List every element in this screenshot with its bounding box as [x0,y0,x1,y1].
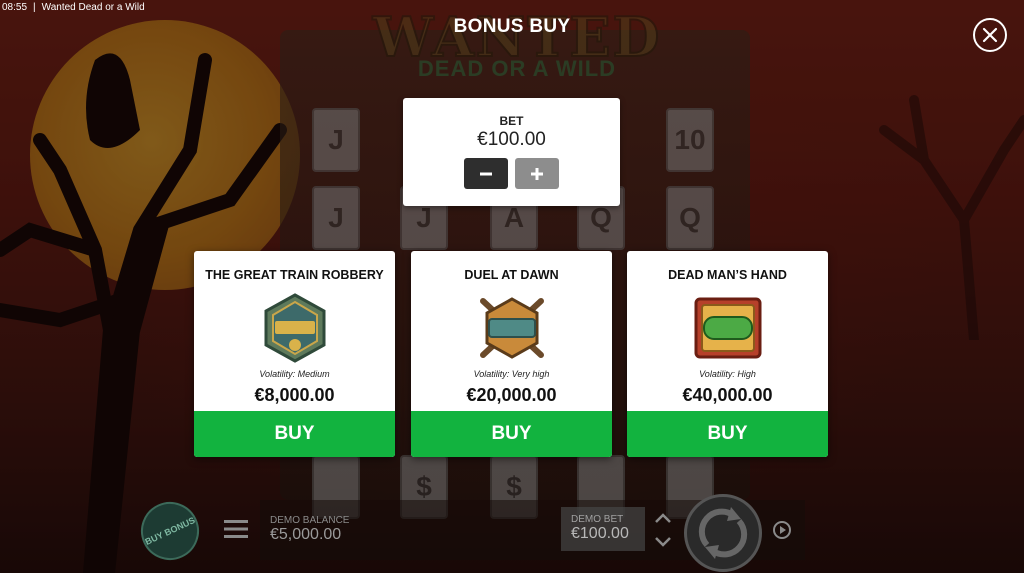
close-button[interactable] [973,18,1007,52]
bonus-option-price: €8,000.00 [254,385,335,405]
chevron-up-icon [655,513,671,523]
status-time: 08:55 [2,2,28,13]
demo-bet-value: €100.00 [571,525,629,542]
buy-button-dead-mans-hand[interactable]: BUY [627,411,828,457]
menu-icon[interactable] [224,519,248,539]
buy-button-great-train-robbery[interactable]: BUY [194,411,395,457]
demo-balance: DEMO BALANCE €5,000.00 [270,515,349,544]
autoplay-icon[interactable] [770,518,794,542]
bonus-option-title: DUEL AT DAWN [464,268,559,282]
bonus-option-volatility: Volatility: Very high [473,369,550,379]
bonus-option-card: DUEL AT DAWN Volatility: Very high €20,0… [411,251,612,457]
bet-controls [403,158,620,189]
bonus-option-price: €20,000.00 [466,385,557,405]
buy-button-duel-at-dawn[interactable]: BUY [411,411,612,457]
bet-decrease-button[interactable] [464,158,508,189]
chevron-down-icon [655,537,671,547]
bonus-option-volatility: Volatility: Medium [259,369,330,379]
status-bar: 08:55 | Wanted Dead or a Wild [2,2,145,13]
bet-label: BET [499,114,524,128]
plus-icon [531,167,543,180]
dead-badge-icon [694,297,762,359]
bonus-option-volatility: Volatility: High [699,369,756,379]
duel-badge-icon [480,297,544,359]
demo-bet-display[interactable]: DEMO BET €100.00 [561,507,645,551]
bonus-option-price: €40,000.00 [682,385,773,405]
spin-button[interactable] [684,494,762,572]
bonus-option-card: DEAD MAN’S HAND Volatility: High €40,000… [627,251,828,457]
demo-bet-label: DEMO BET [571,514,624,525]
demo-balance-label: DEMO BALANCE [270,515,350,526]
bonus-option-title: THE GREAT TRAIN ROBBERY [205,268,384,282]
status-separator: | [33,2,36,13]
bet-panel: BET €100.00 [403,98,620,206]
bet-value: €100.00 [477,129,546,150]
bet-stepper-arrows[interactable] [648,510,678,550]
bet-increase-button[interactable] [515,158,559,189]
spin-arrows-icon [698,507,748,559]
bonus-option-title: DEAD MAN’S HAND [668,268,787,282]
bonus-option-card: THE GREAT TRAIN ROBBERY Volatility: Medi… [194,251,395,457]
minus-icon [480,172,492,175]
dialog-title: BONUS BUY [453,16,571,37]
demo-balance-value: €5,000.00 [270,526,342,543]
window-title: Wanted Dead or a Wild [41,2,145,13]
great-train-robbery-badge-icon [264,293,326,363]
close-icon [982,27,998,43]
